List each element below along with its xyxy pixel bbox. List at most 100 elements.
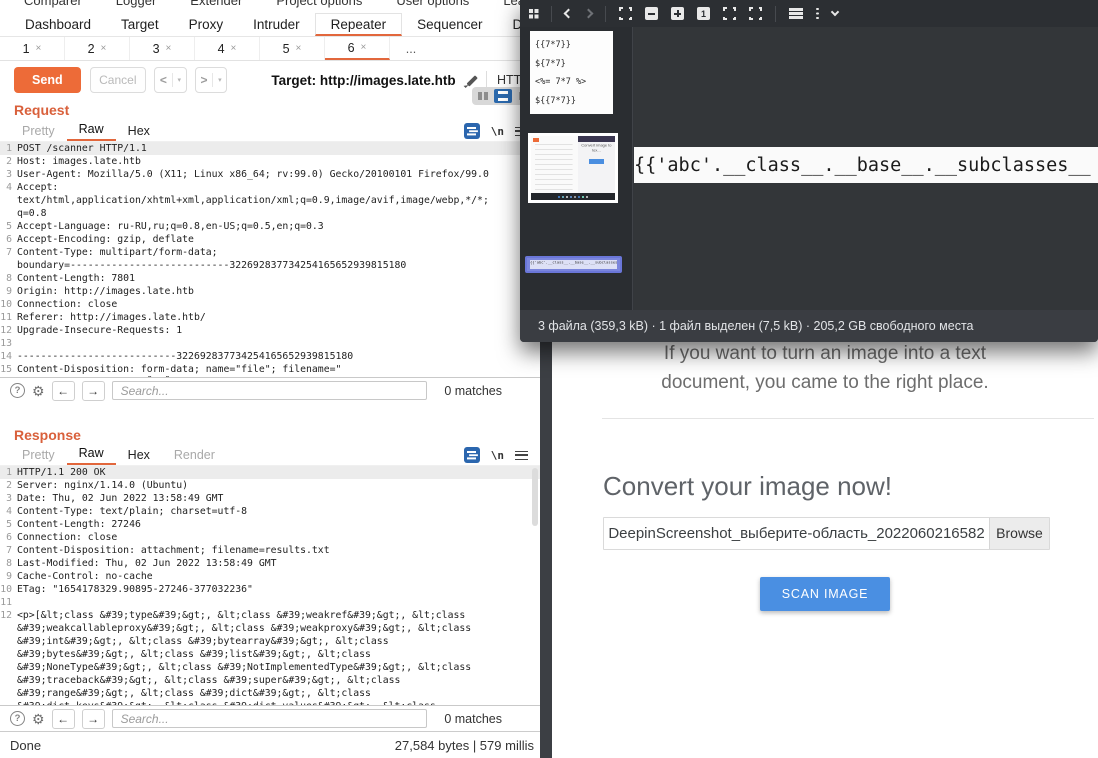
- tagline-line-1: If you want to turn an image into a text: [552, 343, 1098, 365]
- menu-hamburger-icon[interactable]: [515, 451, 528, 460]
- scrollbar-thumb[interactable]: [532, 468, 538, 526]
- chevron-down-icon[interactable]: [830, 8, 838, 16]
- send-button[interactable]: Send: [14, 67, 81, 93]
- search-prev-button[interactable]: ←: [52, 381, 75, 401]
- request-line: 4 Accept:: [0, 181, 540, 194]
- tab-dashboard[interactable]: Dashboard: [10, 13, 106, 36]
- line-text: Host: images.late.htb: [17, 155, 141, 168]
- request-tab-raw[interactable]: Raw: [67, 122, 116, 141]
- request-line: 15 Content-Disposition: form-data; name=…: [0, 363, 540, 376]
- search-prev-button[interactable]: ←: [52, 709, 75, 729]
- more-vertical-icon[interactable]: [816, 8, 819, 11]
- tab-proxy[interactable]: Proxy: [174, 13, 239, 36]
- tab-sequencer[interactable]: Sequencer: [402, 13, 497, 36]
- line-number: [0, 661, 17, 674]
- file-upload-field[interactable]: DeepinScreenshot_выберите-область_202206…: [603, 517, 1050, 550]
- menu-logger[interactable]: Logger: [116, 0, 156, 6]
- tab-target[interactable]: Target: [106, 13, 174, 36]
- close-icon[interactable]: ×: [296, 43, 302, 54]
- response-line: &#39;weakcallableproxy&#39;&gt;, &lt;cla…: [0, 622, 540, 635]
- actual-size-icon[interactable]: 1: [697, 7, 710, 20]
- show-newlines-icon[interactable]: \n: [491, 449, 504, 462]
- repeater-tab-4[interactable]: 4×: [195, 37, 260, 60]
- history-back-button[interactable]: < ▾: [154, 67, 187, 93]
- close-icon[interactable]: ×: [361, 42, 367, 53]
- line-number: 2: [0, 155, 17, 168]
- menu-extender[interactable]: Extender: [190, 0, 242, 6]
- burp-status-bar: Done 27,584 bytes | 579 millis: [0, 731, 540, 758]
- close-icon[interactable]: ×: [36, 43, 42, 54]
- repeater-tab-1[interactable]: 1×: [0, 37, 65, 60]
- fit-screen-icon[interactable]: [619, 7, 632, 20]
- show-newlines-icon[interactable]: \n: [491, 125, 504, 138]
- help-icon[interactable]: ?: [10, 711, 25, 726]
- cancel-button[interactable]: Cancel: [90, 67, 146, 93]
- thumbnail-selected-payload[interactable]: {{'abc'.__class__.__base__.__subclasses_…: [525, 256, 622, 273]
- fit-height-icon[interactable]: [749, 7, 762, 20]
- apps-grid-icon[interactable]: [529, 9, 538, 18]
- search-next-button[interactable]: →: [82, 381, 105, 401]
- menu-comparer[interactable]: Comparer: [24, 0, 82, 6]
- help-icon[interactable]: ?: [10, 383, 25, 398]
- zoom-out-icon[interactable]: [645, 7, 658, 20]
- edit-pencil-icon[interactable]: [465, 74, 476, 87]
- request-search-input[interactable]: [112, 381, 428, 400]
- menu-user-options[interactable]: User options: [396, 0, 469, 6]
- response-line: &#39;range&#39;&gt;, &lt;class &#39;dict…: [0, 687, 540, 700]
- line-text: POST /scanner HTTP/1.1: [17, 142, 147, 155]
- line-number: 1: [0, 142, 17, 155]
- response-tab-pretty[interactable]: Pretty: [10, 448, 67, 465]
- line-text: &#39;weakcallableproxy&#39;&gt;, &lt;cla…: [17, 622, 471, 635]
- repeater-tab-5[interactable]: 5×: [260, 37, 325, 60]
- mini-convert-page: Convert image to tex...: [578, 136, 615, 200]
- request-line: 8 Content-Length: 7801: [0, 272, 540, 285]
- request-editor[interactable]: 1 POST /scanner HTTP/1.1 2 Host: images.…: [0, 141, 540, 377]
- response-tab-hex[interactable]: Hex: [116, 448, 162, 465]
- image-preview-area[interactable]: {{'abc'.__class__.__base__.__subclasses_…: [634, 27, 1098, 310]
- tab-repeater[interactable]: Repeater: [315, 13, 403, 36]
- line-text: Connection: close: [17, 531, 117, 544]
- fit-width-icon[interactable]: [723, 7, 736, 20]
- thumbnail-screenshot[interactable]: Convert image to tex...: [528, 133, 618, 203]
- line-text: Referer: http://images.late.htb/: [17, 311, 206, 324]
- close-icon[interactable]: ×: [166, 43, 172, 54]
- request-line: 9 Origin: http://images.late.htb: [0, 285, 540, 298]
- search-next-button[interactable]: →: [82, 709, 105, 729]
- prettify-icon[interactable]: [464, 447, 480, 463]
- response-viewer[interactable]: 1 HTTP/1.1 200 OK 2 Server: nginx/1.14.0…: [0, 465, 540, 705]
- repeater-tab-strip: 1× 2× 3× 4× 5× 6× ...: [0, 37, 540, 61]
- browse-button[interactable]: Browse: [989, 518, 1049, 549]
- list-view-icon[interactable]: [789, 8, 803, 10]
- close-icon[interactable]: ×: [231, 43, 237, 54]
- layout-columns-button[interactable]: [474, 89, 492, 103]
- request-tab-hex[interactable]: Hex: [116, 124, 162, 141]
- scan-image-button[interactable]: SCAN IMAGE: [760, 577, 890, 611]
- repeater-tab-2[interactable]: 2×: [65, 37, 130, 60]
- repeater-tab-3[interactable]: 3×: [130, 37, 195, 60]
- tab-intruder[interactable]: Intruder: [238, 13, 315, 36]
- history-forward-button[interactable]: > ▾: [195, 67, 228, 93]
- close-icon[interactable]: ×: [101, 43, 107, 54]
- prettify-icon[interactable]: [464, 123, 480, 139]
- request-line: text/html,application/xhtml+xml,applicat…: [0, 194, 540, 207]
- line-text: q=0.8: [17, 207, 47, 220]
- response-search-input[interactable]: [112, 709, 428, 728]
- line-number: 4: [0, 181, 17, 194]
- gear-icon[interactable]: ⚙: [32, 384, 45, 398]
- line-text: Content-Disposition: form-data; name="fi…: [17, 363, 341, 376]
- gear-icon[interactable]: ⚙: [32, 712, 45, 726]
- repeater-tab-overflow[interactable]: ...: [390, 37, 432, 60]
- zoom-in-icon[interactable]: [671, 7, 684, 20]
- layout-rows-button[interactable]: [494, 89, 512, 103]
- menu-project-options[interactable]: Project options: [276, 0, 362, 6]
- line-number: 3: [0, 168, 17, 181]
- repeater-tab-6[interactable]: 6×: [325, 37, 390, 60]
- response-tab-render[interactable]: Render: [162, 448, 227, 465]
- back-icon[interactable]: [564, 9, 574, 19]
- response-tab-raw[interactable]: Raw: [67, 446, 116, 465]
- line-text: HTTP/1.1 200 OK: [17, 466, 105, 479]
- forward-icon[interactable]: [584, 9, 594, 19]
- request-tab-pretty[interactable]: Pretty: [10, 124, 67, 141]
- line-text: Connection: close: [17, 298, 117, 311]
- thumbnail-ssti-payloads[interactable]: {{7*7}} ${7*7} <%= 7*7 %> ${{7*7}}: [530, 31, 613, 114]
